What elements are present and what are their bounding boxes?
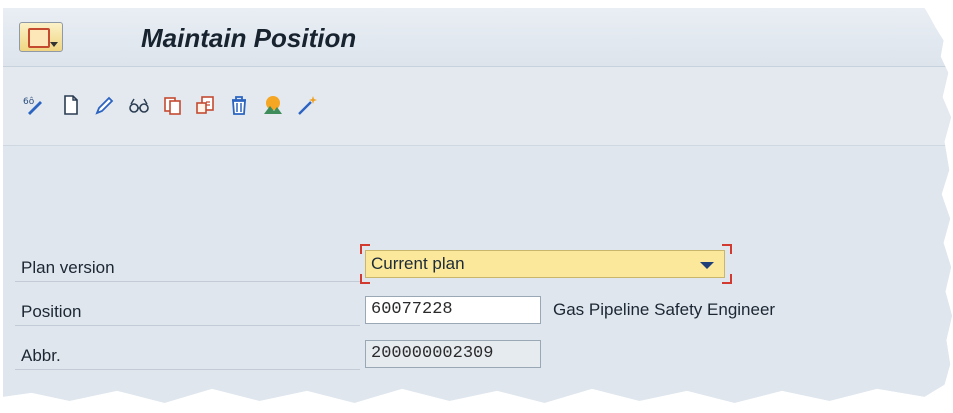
position-input[interactable]: 60077228 [365,296,541,324]
create-icon[interactable] [59,93,83,117]
abbr-row: Abbr. [15,341,360,370]
delimit-icon[interactable] [193,93,217,117]
focus-corner-bottom-right [722,274,732,284]
other-object-icon[interactable]: 6ô [21,93,45,117]
position-description: Gas Pipeline Safety Engineer [553,300,776,319]
page-title: Maintain Position [141,23,357,53]
display-glasses-icon[interactable] [127,93,151,117]
dropdown-arrow-icon[interactable] [700,262,714,269]
overview-icon[interactable] [261,93,285,117]
application-toolbar: 6ô [3,67,953,146]
plan-version-label: Plan version [21,258,115,277]
position-row: Position [15,297,360,326]
selection-screen: Plan version Current plan Position 60077… [3,146,953,403]
copy-icon[interactable] [161,93,185,117]
sap-menu-button[interactable] [19,22,63,52]
focus-corner-top-right [722,244,732,254]
focus-corner-bottom-left [360,274,370,284]
delete-trash-icon[interactable] [227,93,251,117]
plan-version-select[interactable]: Current plan [365,250,725,278]
svg-text:6ô: 6ô [23,96,35,107]
plan-version-row: Plan version [15,253,360,282]
sap-menu-icon [28,28,50,48]
sap-window: Maintain Position 6ô Plan version Curren… [3,8,953,403]
chevron-down-icon [50,42,58,47]
wand-icon[interactable] [295,93,319,117]
abbr-label: Abbr. [21,346,61,365]
abbr-field: 200000002309 [365,340,541,368]
focus-corner-top-left [360,244,370,254]
title-bar: Maintain Position [3,8,953,67]
position-label: Position [21,302,82,321]
plan-version-value: Current plan [371,254,465,273]
change-pencil-icon[interactable] [93,93,117,117]
